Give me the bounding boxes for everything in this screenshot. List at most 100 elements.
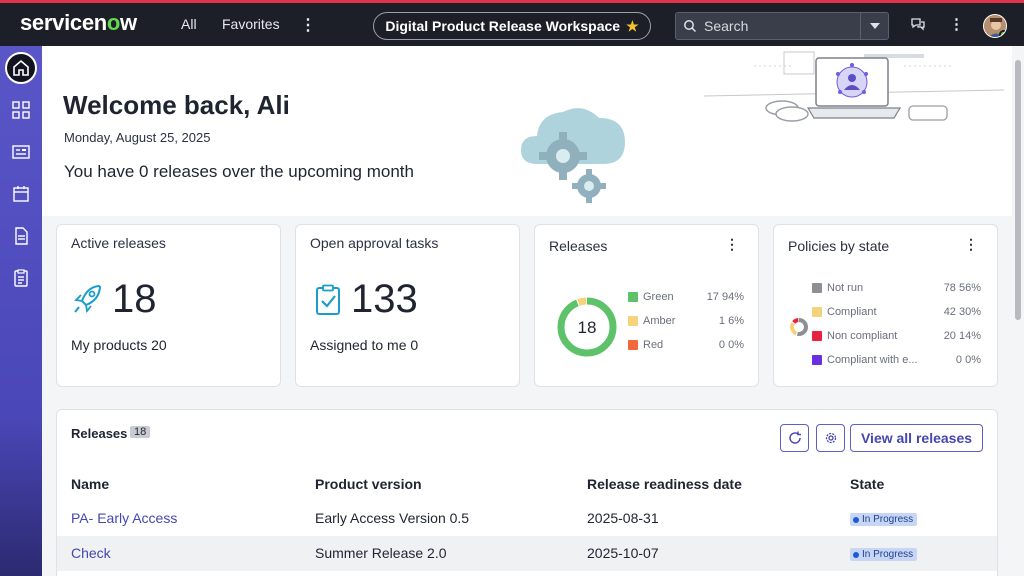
legend-value: 20 14% [943, 330, 981, 342]
legend-label: Green [643, 291, 674, 303]
search-input[interactable]: Search [704, 18, 860, 34]
legend-value: 0 0% [718, 339, 744, 351]
left-rail [0, 46, 42, 576]
scrollbar-thumb[interactable] [1015, 60, 1021, 320]
legend-label: Not run [827, 282, 864, 294]
legend-item[interactable]: Amber [628, 315, 675, 327]
upcoming-releases-message: You have 0 releases over the upcoming mo… [64, 162, 414, 181]
current-date: Monday, August 25, 2025 [64, 130, 211, 145]
release-name-link[interactable]: PA- Early Access [71, 510, 177, 526]
document-icon[interactable] [11, 226, 31, 246]
legend-swatch [628, 292, 638, 302]
legend-swatch [628, 340, 638, 350]
open-approvals-count: 133 [351, 277, 418, 321]
legend-item[interactable]: Compliant with e... [812, 354, 917, 366]
list-card-icon[interactable] [11, 142, 31, 162]
vertical-ellipsis-icon[interactable]: ⋮ [725, 236, 739, 253]
legend-item[interactable]: Non compliant [812, 330, 897, 342]
legend-value: 42 30% [943, 306, 981, 318]
cloud-gears-illustration [521, 108, 625, 203]
main-content: Welcome back, Ali Monday, August 25, 202… [42, 46, 1012, 576]
card-title: Open approval tasks [310, 235, 439, 251]
page-scrollbar[interactable] [1012, 46, 1024, 576]
readiness-date-cell: 2025-08-31 [587, 510, 659, 526]
global-search[interactable]: Search [675, 12, 889, 40]
table-row[interactable]: Check Summer Release 2.0 2025-10-07 In P… [57, 536, 997, 571]
grid-icon[interactable] [11, 100, 31, 120]
open-approval-tasks-card[interactable]: Open approval tasks 133 Assigned to me 0 [295, 224, 520, 387]
gear-icon [825, 432, 836, 444]
clipboard-icon[interactable] [11, 268, 31, 288]
releases-table-card: Releases 18 View all releases Name Produ… [56, 409, 998, 576]
legend-swatch [812, 331, 822, 341]
user-avatar[interactable] [983, 14, 1007, 38]
column-header-name[interactable]: Name [71, 476, 109, 492]
legend-swatch [628, 316, 638, 326]
releases-count-badge: 18 [130, 426, 151, 438]
chevron-down-icon[interactable] [860, 13, 888, 39]
column-header-readiness-date[interactable]: Release readiness date [587, 476, 742, 492]
legend-value: 78 56% [943, 282, 981, 294]
policies-by-state-card: Policies by state ⋮ Not run 78 56% Complia… [773, 224, 998, 387]
refresh-icon [788, 431, 801, 444]
table-row[interactable]: PA- Early Access Early Access Version 0.… [57, 501, 997, 536]
my-products-count[interactable]: My products 20 [71, 337, 167, 353]
legend-swatch [812, 355, 822, 365]
releases-donut-chart[interactable]: 18 [555, 295, 619, 359]
nav-all-menu[interactable]: All [181, 16, 197, 32]
workspace-title-pill[interactable]: Digital Product Release Workspace ★ [373, 12, 651, 40]
assigned-to-me-count[interactable]: Assigned to me 0 [310, 337, 418, 353]
legend-swatch [812, 307, 822, 317]
donut-total: 18 [578, 318, 597, 337]
star-icon[interactable]: ★ [626, 18, 639, 35]
home-icon[interactable] [5, 52, 37, 84]
vertical-ellipsis-icon[interactable]: ⋮ [964, 236, 978, 253]
vertical-ellipsis-icon[interactable]: ⋮ [300, 15, 316, 35]
laptop-illustration [704, 51, 1004, 122]
welcome-hero: Welcome back, Ali Monday, August 25, 202… [42, 46, 1012, 216]
chat-icon[interactable] [910, 16, 926, 37]
releases-table-title: Releases [71, 426, 128, 441]
active-releases-count: 18 [112, 277, 157, 321]
view-all-releases-button[interactable]: View all releases [850, 424, 983, 452]
status-badge: In Progress [850, 513, 918, 526]
legend-label: Compliant [827, 306, 877, 318]
legend-label: Amber [643, 315, 676, 327]
legend-item[interactable]: Compliant [812, 306, 877, 318]
legend-item[interactable]: Red [628, 339, 663, 351]
top-navigation-bar: servicenow All Favorites ⋮ Digital Produ… [0, 0, 1024, 46]
search-icon [676, 19, 704, 33]
card-title: Policies by state [788, 238, 890, 254]
card-title: Active releases [71, 235, 166, 251]
readiness-date-cell: 2025-10-07 [587, 545, 659, 561]
releases-chart-card: Releases ⋮ 18 Green 17 94% Amber 1 6% Red 0 0… [534, 224, 759, 387]
column-header-product-version[interactable]: Product version [315, 476, 422, 492]
product-version-cell: Early Access Version 0.5 [315, 510, 470, 526]
legend-value: 17 94% [706, 291, 744, 303]
legend-item[interactable]: Green [628, 291, 674, 303]
presence-indicator [999, 30, 1006, 37]
rocket-icon [73, 283, 103, 320]
column-header-state[interactable]: State [850, 476, 884, 492]
legend-label: Red [643, 339, 664, 351]
product-version-cell: Summer Release 2.0 [315, 545, 447, 561]
nav-favorites-menu[interactable]: Favorites [222, 16, 280, 32]
legend-item[interactable]: Not run [812, 282, 863, 294]
refresh-button[interactable] [780, 424, 809, 452]
clipboard-check-icon [314, 284, 342, 321]
legend-label: Non compliant [827, 330, 898, 342]
legend-value: 1 6% [718, 315, 744, 327]
welcome-heading: Welcome back, Ali [63, 90, 290, 120]
settings-ellipsis-icon[interactable]: ⋮ [949, 15, 964, 33]
servicenow-logo[interactable]: servicenow [20, 10, 137, 36]
active-releases-card[interactable]: Active releases 18 My products 20 [56, 224, 281, 387]
settings-button[interactable] [816, 424, 845, 452]
status-badge: In Progress [850, 548, 918, 561]
policies-donut-chart[interactable] [789, 317, 809, 337]
legend-value: 0 0% [955, 354, 981, 366]
release-name-link[interactable]: Check [71, 545, 111, 561]
legend-swatch [812, 283, 822, 293]
calendar-icon[interactable] [11, 184, 31, 204]
card-title: Releases [549, 238, 608, 254]
legend-label: Compliant with e... [827, 354, 918, 366]
